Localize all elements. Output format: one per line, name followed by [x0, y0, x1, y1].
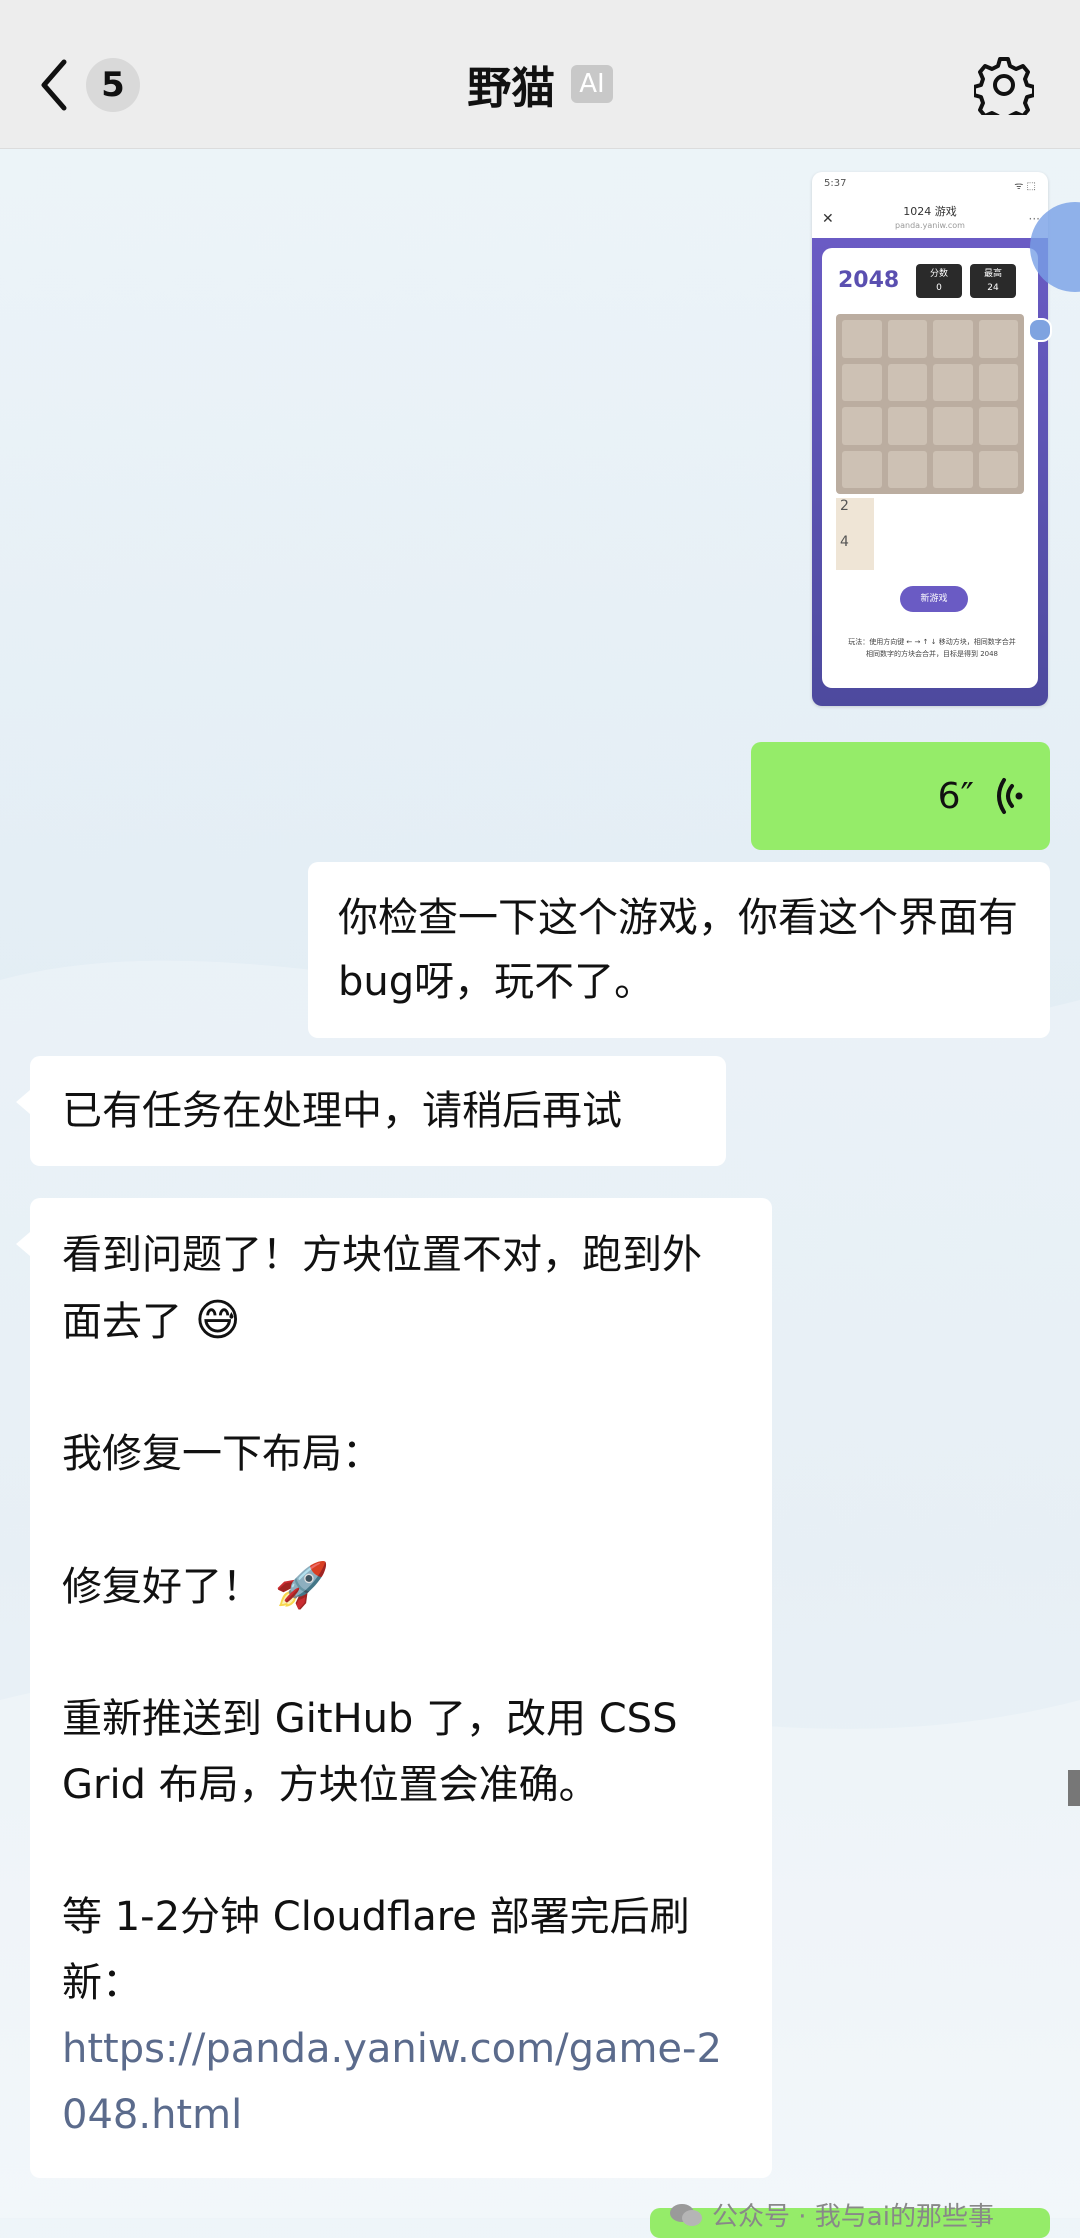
grid-cell	[978, 450, 1018, 488]
grid-cell	[887, 407, 927, 445]
thumb-best-box: 最高 24	[970, 264, 1016, 298]
watermark-text: 公众号 · 我与ai的那些事	[712, 2202, 994, 2232]
watermark: 公众号 · 我与ai的那些事	[668, 2196, 994, 2233]
close-icon: ✕	[822, 211, 834, 227]
grid-cell	[933, 320, 973, 358]
thumb-score-label: 分数	[929, 269, 948, 279]
grid-cell	[933, 407, 973, 445]
image-message-thumbnail[interactable]: 5:37 ᯤ ⬚ ✕ 1024 游戏 panda.yaniw.com ··· 2…	[812, 172, 1048, 706]
grid-cell	[978, 320, 1018, 358]
reply-line-3: 修复好了！	[62, 1564, 262, 1610]
voice-duration: 6″	[937, 775, 974, 817]
thumb-stray-tile: 2	[836, 498, 874, 534]
grid-cell	[887, 320, 927, 358]
thumb-status-icons: ᯤ ⬚	[1014, 181, 1036, 192]
thumb-browser-bar: ✕ 1024 游戏 panda.yaniw.com ···	[812, 200, 1048, 239]
thumb-best-value: 24	[987, 283, 999, 293]
title-bar: 野猫 AI	[0, 52, 1080, 116]
reply-paragraph: 看到问题了！方块位置不对，跑到外面去了 😅	[62, 1222, 740, 1355]
grid-cell	[842, 363, 882, 401]
wechat-icon	[670, 2203, 702, 2226]
grid-cell	[842, 320, 882, 358]
grid-cell	[978, 407, 1018, 445]
thumb-page-title: 1024 游戏	[903, 205, 957, 218]
chat-title: 野猫	[467, 63, 556, 114]
reply-paragraph: 修复好了！ 🚀	[62, 1553, 740, 1620]
floating-info-dot[interactable]	[1028, 318, 1052, 342]
grid-cell	[887, 363, 927, 401]
thumb-page-url: panda.yaniw.com	[895, 221, 965, 230]
thumb-game-grid	[836, 314, 1024, 494]
reply-line-5: 等 1-2分钟 Cloudflare 部署完后刷新：	[62, 1894, 690, 2006]
thumb-game-app: 2048 分数 0 最高 24 2 4 新游戏 玩法：使用方向键 ← → ↑ ↓…	[812, 238, 1048, 706]
bot-busy-message[interactable]: 已有任务在处理中，请稍后再试	[16, 1056, 726, 1166]
thumb-stray-tile: 4	[836, 534, 874, 570]
reply-line-2: 我修复一下布局：	[62, 1431, 382, 1477]
grid-cell	[842, 450, 882, 488]
thumb-footer-line: 相同数字的方块会合并，目标是得到 2048	[865, 650, 999, 658]
user-text-message[interactable]: 你检查一下这个游戏，你看这个界面有bug呀，玩不了。	[308, 862, 1050, 1038]
thumb-score-value: 0	[936, 283, 942, 293]
grid-cell	[933, 363, 973, 401]
sweat-smile-icon: 😅	[194, 1295, 241, 1346]
reply-line-4: 重新推送到 GitHub 了，改用 CSS Grid 布局，方块位置会准确。	[62, 1696, 678, 1808]
scrollbar-thumb[interactable]	[1068, 1770, 1080, 1806]
thumb-score-box: 分数 0	[916, 264, 962, 298]
grid-cell	[842, 407, 882, 445]
grid-cell	[887, 450, 927, 488]
gear-icon[interactable]	[974, 55, 1034, 115]
voice-message-bubble[interactable]: 6″	[751, 742, 1050, 850]
thumb-footer-line: 玩法：使用方向键 ← → ↑ ↓ 移动方块，相同数字合并	[848, 638, 1016, 646]
chat-header: 5 野猫 AI	[0, 0, 1080, 149]
rocket-icon: 🚀	[274, 1560, 330, 1611]
bot-reply-message[interactable]: 看到问题了！方块位置不对，跑到外面去了 😅 我修复一下布局： 修复好了！ 🚀 重…	[16, 1198, 772, 2178]
thumb-new-game-button: 新游戏	[900, 586, 968, 612]
grid-cell	[978, 363, 1018, 401]
ai-badge: AI	[571, 65, 613, 103]
thumb-status-time: 5:37	[824, 178, 847, 189]
voice-wave-icon	[997, 778, 1023, 814]
thumb-game-card: 2048 分数 0 最高 24 2 4 新游戏 玩法：使用方向键 ← → ↑ ↓…	[822, 248, 1038, 688]
game-link[interactable]: https://panda.yaniw.com/game-2048.html	[62, 2016, 740, 2148]
thumb-game-title: 2048	[838, 268, 900, 293]
thumb-footer-text: 玩法：使用方向键 ← → ↑ ↓ 移动方块，相同数字合并 相同数字的方块会合并，…	[842, 636, 1022, 660]
thumb-status-bar: 5:37 ᯤ ⬚	[812, 172, 1048, 200]
reply-line-1: 看到问题了！方块位置不对，跑到外面去了	[62, 1232, 702, 1345]
grid-cell	[933, 450, 973, 488]
thumb-best-label: 最高	[983, 269, 1002, 279]
